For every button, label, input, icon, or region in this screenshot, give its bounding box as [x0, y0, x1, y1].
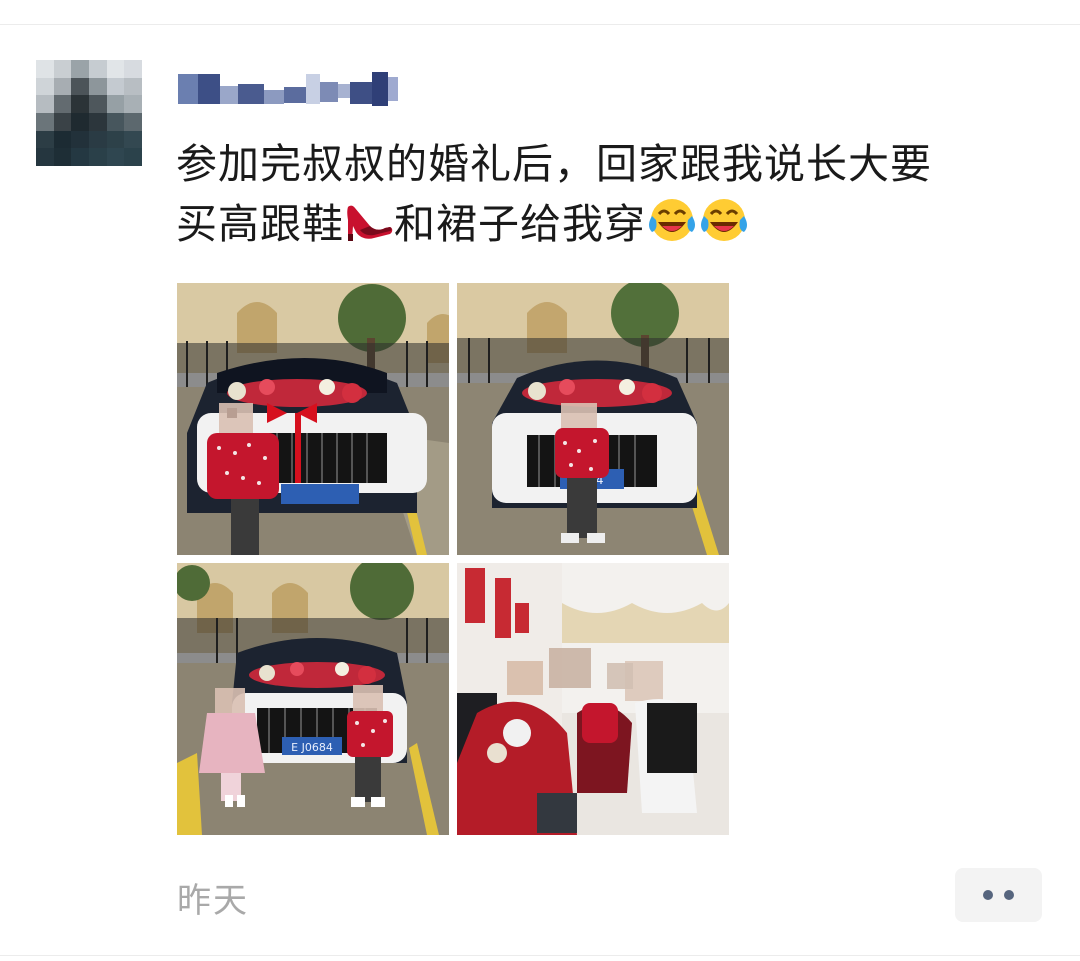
high-heel-emoji-icon — [344, 198, 394, 260]
top-divider — [0, 24, 1080, 25]
post-timestamp: 昨天 — [177, 881, 249, 921]
more-options-button[interactable] — [955, 868, 1042, 922]
bottom-divider — [0, 955, 1080, 956]
post-text-line-1: 参加完叔叔的婚礼后，回家跟我说长大要 — [176, 140, 932, 188]
more-dot-icon — [1004, 890, 1014, 900]
post-photo-1[interactable] — [177, 283, 449, 555]
post-text: 参加完叔叔的婚礼后，回家跟我说长大要 买高跟鞋 和裙子给我穿 — [176, 134, 1036, 260]
post-text-line-2: 买高跟鞋 和裙子给我穿 — [176, 194, 1036, 260]
post-photo-3[interactable]: E J0684 — [177, 563, 449, 835]
post-photo-4[interactable] — [457, 563, 729, 835]
avatar[interactable] — [36, 60, 142, 166]
tears-of-joy-emoji-icon-2 — [698, 196, 750, 260]
more-dot-icon — [983, 890, 993, 900]
author-name[interactable] — [178, 68, 420, 110]
post-text-segment: 买高跟鞋 — [176, 200, 344, 248]
tears-of-joy-emoji-icon — [646, 196, 698, 260]
post-photo-2[interactable]: 684 — [457, 283, 729, 555]
plate-text-3: E J0684 — [291, 741, 333, 754]
post-text-segment-2: 和裙子给我穿 — [394, 200, 646, 248]
